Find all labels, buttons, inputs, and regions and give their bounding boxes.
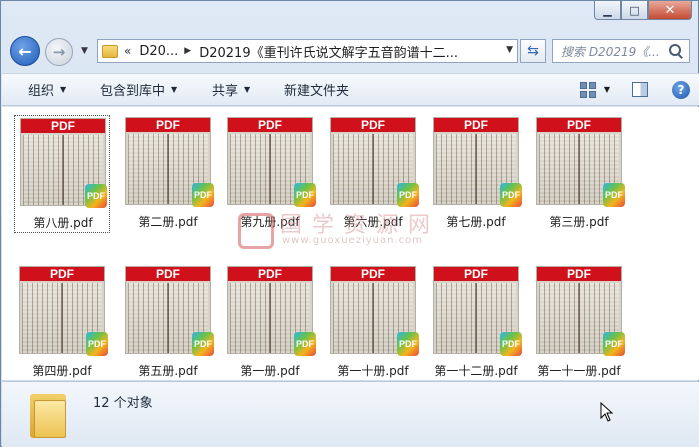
preview-pane-icon[interactable] xyxy=(632,82,648,97)
breadcrumb-item-current[interactable]: D20219《重刊许氏说文解字五音韵谱十二... xyxy=(199,42,458,61)
pdf-file-icon: PDF xyxy=(500,332,522,356)
pdf-band: PDF xyxy=(21,119,105,133)
folder-icon xyxy=(30,390,66,440)
change-view-icon[interactable] xyxy=(579,81,598,98)
pdf-band: PDF xyxy=(537,118,621,132)
breadcrumb-item[interactable]: D20... xyxy=(139,44,178,59)
pdf-file-icon: PDF xyxy=(192,183,214,207)
search-icon[interactable] xyxy=(669,44,683,58)
forward-arrow-icon: → xyxy=(52,43,66,61)
item-count: 12 个对象 xyxy=(93,396,153,411)
file-name: 第一十二册.pdf xyxy=(434,364,518,378)
pdf-band: PDF xyxy=(20,267,104,281)
back-button[interactable]: ← xyxy=(10,36,40,66)
address-dropdown[interactable]: ▼ xyxy=(506,45,513,55)
file-item[interactable]: PDF PDF 第七册.pdf xyxy=(428,115,524,233)
search-placeholder: 搜索 D20219《... xyxy=(561,44,660,59)
file-item[interactable]: PDF PDF 第二册.pdf xyxy=(120,115,216,233)
file-item[interactable]: PDF PDF 第九册.pdf xyxy=(222,115,318,233)
file-name: 第六册.pdf xyxy=(343,215,403,229)
recent-pages-dropdown[interactable]: ▼ xyxy=(81,46,93,56)
share-label: 共享 xyxy=(212,84,239,99)
pdf-band: PDF xyxy=(228,267,312,281)
pdf-file-icon: PDF xyxy=(500,183,522,207)
file-name: 第七册.pdf xyxy=(446,215,506,229)
chevron-down-icon: ▼ xyxy=(171,85,178,94)
new-folder-label: 新建文件夹 xyxy=(284,84,350,99)
pdf-band: PDF xyxy=(537,267,621,281)
forward-button[interactable]: → xyxy=(45,38,73,66)
pdf-band: PDF xyxy=(434,118,518,132)
file-name: 第五册.pdf xyxy=(138,364,198,378)
file-item[interactable]: PDF PDF 第六册.pdf xyxy=(325,115,421,233)
file-item[interactable]: PDF PDF 第一十一册.pdf xyxy=(531,264,627,382)
pdf-band: PDF xyxy=(331,118,415,132)
command-bar: 组织 ▼ 包含到库中 ▼ 共享 ▼ 新建文件夹 ▼ ? xyxy=(2,73,699,106)
pdf-file-icon: PDF xyxy=(397,183,419,207)
chevron-down-icon: ▼ xyxy=(60,85,67,94)
view-options-dropdown[interactable]: ▼ xyxy=(604,85,610,94)
breadcrumb-overflow[interactable]: « xyxy=(124,44,131,58)
organize-label: 组织 xyxy=(28,84,55,99)
file-name: 第一十册.pdf xyxy=(337,364,409,378)
toolbar-right: ▼ ? xyxy=(579,74,699,105)
pdf-file-icon: PDF xyxy=(294,332,316,356)
pdf-file-icon: PDF xyxy=(603,332,625,356)
navigation-row: ← → ▼ « D20... ▶ D20219《重刊许氏说文解字五音韵谱十二..… xyxy=(1,35,699,67)
include-in-library-menu[interactable]: 包含到库中 ▼ xyxy=(100,80,177,99)
pdf-band: PDF xyxy=(126,118,210,132)
explorer-window: ▁ □ ✕ ← → ▼ « D20... ▶ D20219《重刊许氏说文解字五音… xyxy=(0,0,699,447)
watermark-url: www.guoxueziyuan.com xyxy=(282,235,423,246)
pdf-file-icon: PDF xyxy=(603,183,625,207)
organize-menu[interactable]: 组织 ▼ xyxy=(28,80,66,99)
maximize-button[interactable]: □ xyxy=(621,1,648,20)
help-icon[interactable]: ? xyxy=(672,80,690,99)
file-item[interactable]: PDF PDF 第一十册.pdf xyxy=(325,264,421,382)
include-in-library-label: 包含到库中 xyxy=(100,84,166,99)
file-item[interactable]: PDF PDF 第一十二册.pdf xyxy=(428,264,524,382)
new-folder-button[interactable]: 新建文件夹 xyxy=(284,80,349,99)
pdf-file-icon: PDF xyxy=(85,184,107,208)
file-name: 第九册.pdf xyxy=(240,215,300,229)
back-arrow-icon: ← xyxy=(18,41,32,61)
pdf-file-icon: PDF xyxy=(397,332,419,356)
details-pane: 12 个对象 xyxy=(2,381,699,447)
file-name: 第四册.pdf xyxy=(32,364,92,378)
search-input[interactable]: 搜索 D20219《... xyxy=(552,39,690,63)
file-name: 第三册.pdf xyxy=(549,215,609,229)
pdf-file-icon: PDF xyxy=(192,332,214,356)
pdf-file-icon: PDF xyxy=(86,332,108,356)
file-name: 第二册.pdf xyxy=(138,215,198,229)
file-item[interactable]: PDF PDF 第八册.pdf xyxy=(14,115,110,233)
file-list: PDF PDF 第八册.pdf PDF PDF 第二册.pdf PDF PDF 第九册.pdf P… xyxy=(2,107,699,380)
folder-icon xyxy=(102,44,118,58)
file-item[interactable]: PDF PDF 第四册.pdf xyxy=(14,264,110,382)
mouse-cursor-icon xyxy=(600,402,614,422)
refresh-button[interactable]: ⇆ xyxy=(520,39,546,63)
pdf-band: PDF xyxy=(228,118,312,132)
file-name: 第八册.pdf xyxy=(33,216,93,230)
file-item[interactable]: PDF PDF 第五册.pdf xyxy=(120,264,216,382)
pdf-band: PDF xyxy=(434,267,518,281)
chevron-right-icon[interactable]: ▶ xyxy=(184,46,191,56)
refresh-icon: ⇆ xyxy=(527,43,539,59)
minimize-button[interactable]: ▁ xyxy=(594,1,621,20)
file-name: 第一册.pdf xyxy=(240,364,300,378)
pdf-band: PDF xyxy=(126,267,210,281)
pdf-file-icon: PDF xyxy=(294,183,316,207)
address-bar[interactable]: « D20... ▶ D20219《重刊许氏说文解字五音韵谱十二... ▼ xyxy=(97,39,518,63)
caption-buttons: ▁ □ ✕ xyxy=(594,1,692,20)
file-item[interactable]: PDF PDF 第一册.pdf xyxy=(222,264,318,382)
close-button[interactable]: ✕ xyxy=(648,1,692,20)
chevron-down-icon: ▼ xyxy=(244,85,251,94)
file-name: 第一十一册.pdf xyxy=(537,364,621,378)
pdf-band: PDF xyxy=(331,267,415,281)
file-item[interactable]: PDF PDF 第三册.pdf xyxy=(531,115,627,233)
share-menu[interactable]: 共享 ▼ xyxy=(212,80,250,99)
